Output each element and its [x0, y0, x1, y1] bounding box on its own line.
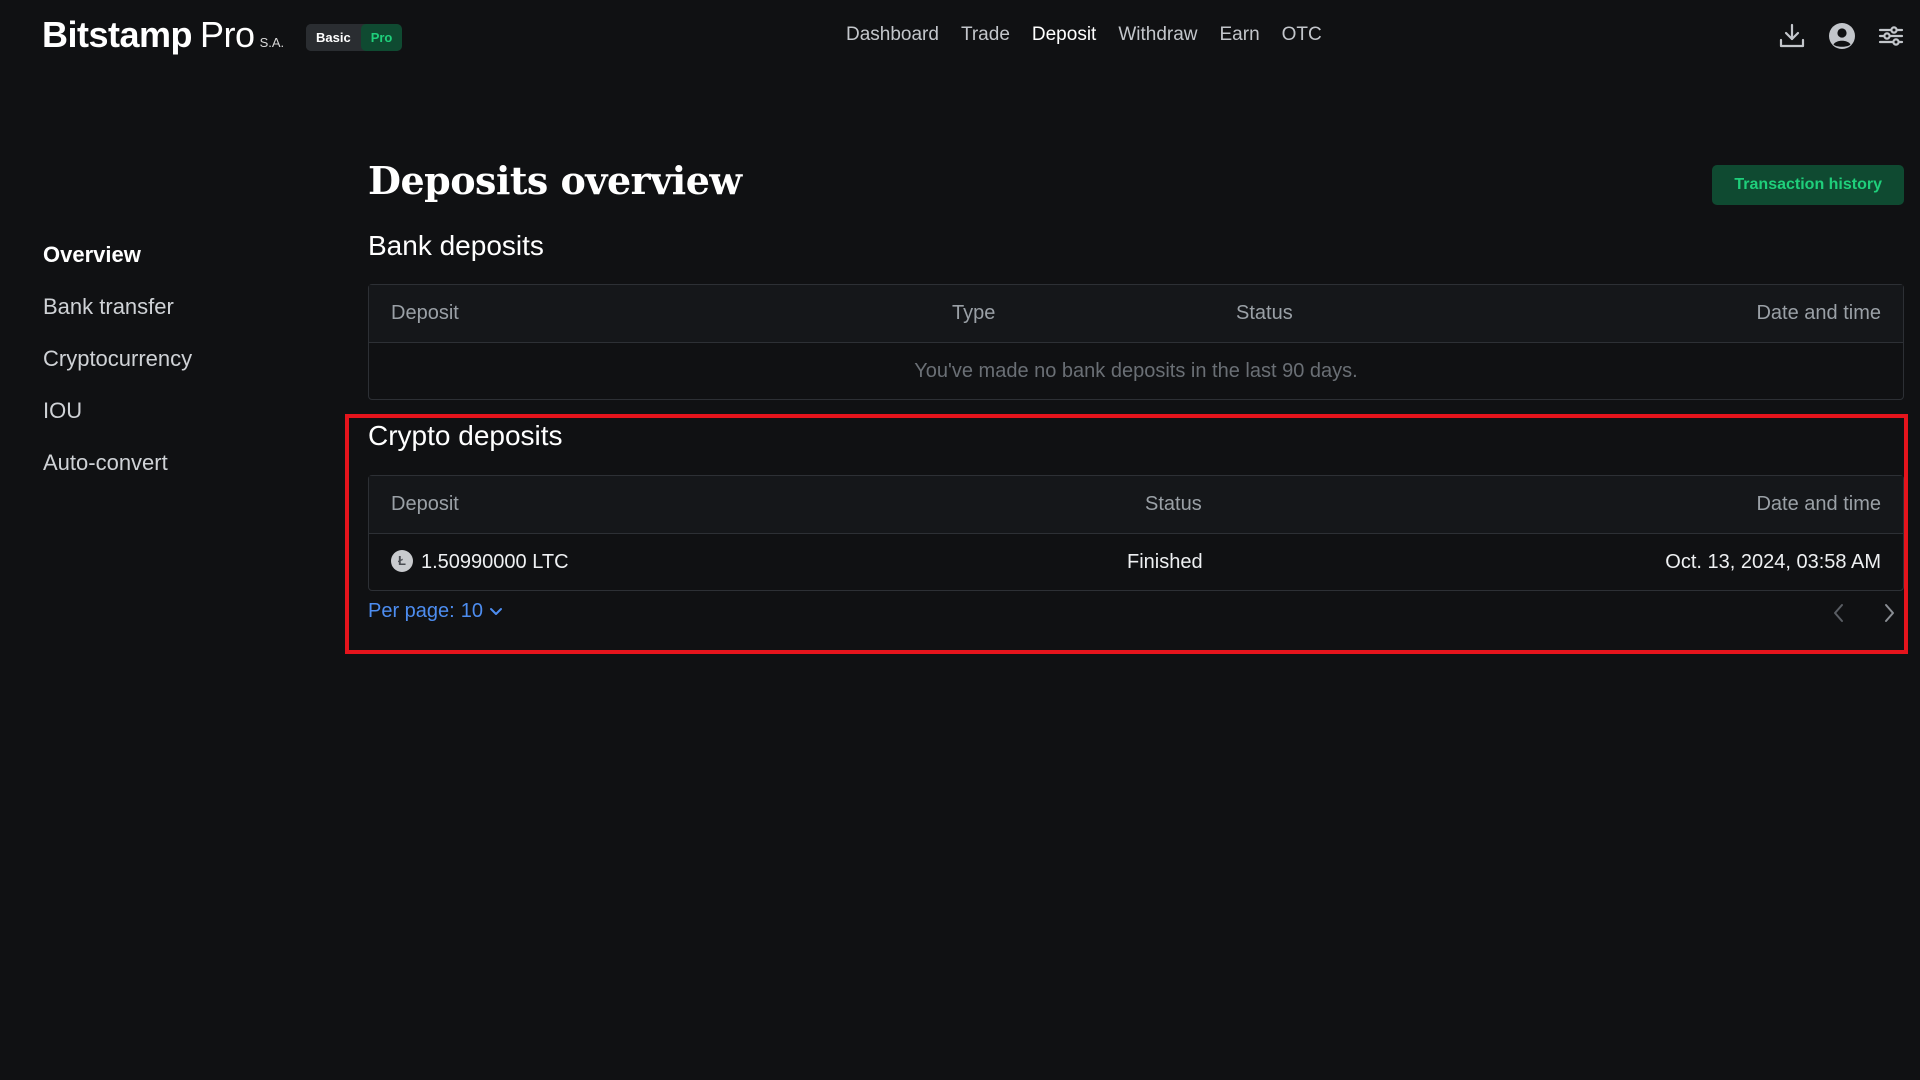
nav-withdraw[interactable]: Withdraw — [1118, 24, 1197, 46]
bank-deposits-title: Bank deposits — [368, 230, 544, 261]
column-header-status: Status — [1236, 302, 1293, 324]
download-icon[interactable] — [1778, 22, 1806, 50]
mode-basic-option[interactable]: Basic — [306, 24, 361, 51]
top-header: Bitstamp Pro S.A. Basic Pro Dashboard Tr… — [0, 0, 1920, 74]
deposit-sidebar: Overview Bank transfer Cryptocurrency IO… — [43, 240, 192, 500]
logo-pro-text: Pro — [200, 14, 255, 55]
column-header-deposit: Deposit — [391, 302, 459, 324]
column-header-date-time: Date and time — [1756, 302, 1881, 324]
sidebar-item-auto-convert[interactable]: Auto-convert — [43, 448, 192, 500]
sidebar-item-cryptocurrency[interactable]: Cryptocurrency — [43, 344, 192, 396]
empty-state-message: You've made no bank deposits in the last… — [914, 360, 1358, 382]
bank-deposits-table: Deposit Type Status Date and time You've… — [368, 284, 1904, 400]
logo-suffix: S.A. — [259, 35, 285, 50]
main-nav: Dashboard Trade Deposit Withdraw Earn OT… — [846, 24, 1322, 46]
bitstamp-logo[interactable]: Bitstamp Pro S.A. — [42, 14, 284, 56]
sidebar-item-bank-transfer[interactable]: Bank transfer — [43, 292, 192, 344]
page-title: Deposits overview — [368, 158, 742, 203]
mode-pro-option[interactable]: Pro — [360, 24, 403, 51]
main-content: Deposits overview Transaction history Ba… — [368, 158, 1904, 622]
column-header-type: Type — [952, 302, 996, 324]
settings-sliders-icon[interactable] — [1878, 23, 1904, 49]
basic-pro-toggle[interactable]: Basic Pro — [306, 24, 403, 51]
nav-trade[interactable]: Trade — [961, 24, 1010, 46]
logo-wordmark: Bitstamp — [42, 14, 193, 55]
sidebar-item-overview[interactable]: Overview — [43, 240, 192, 292]
crypto-deposits-highlight — [345, 414, 1908, 654]
nav-earn[interactable]: Earn — [1220, 24, 1260, 46]
header-icons — [1778, 22, 1904, 50]
table-header-row: Deposit Type Status Date and time — [369, 285, 1903, 342]
sidebar-item-iou[interactable]: IOU — [43, 396, 192, 448]
user-account-icon[interactable] — [1828, 22, 1856, 50]
nav-dashboard[interactable]: Dashboard — [846, 24, 939, 46]
transaction-history-button[interactable]: Transaction history — [1712, 165, 1904, 205]
nav-deposit[interactable]: Deposit — [1032, 24, 1096, 46]
empty-state-row: You've made no bank deposits in the last… — [369, 342, 1903, 399]
nav-otc[interactable]: OTC — [1282, 24, 1322, 46]
